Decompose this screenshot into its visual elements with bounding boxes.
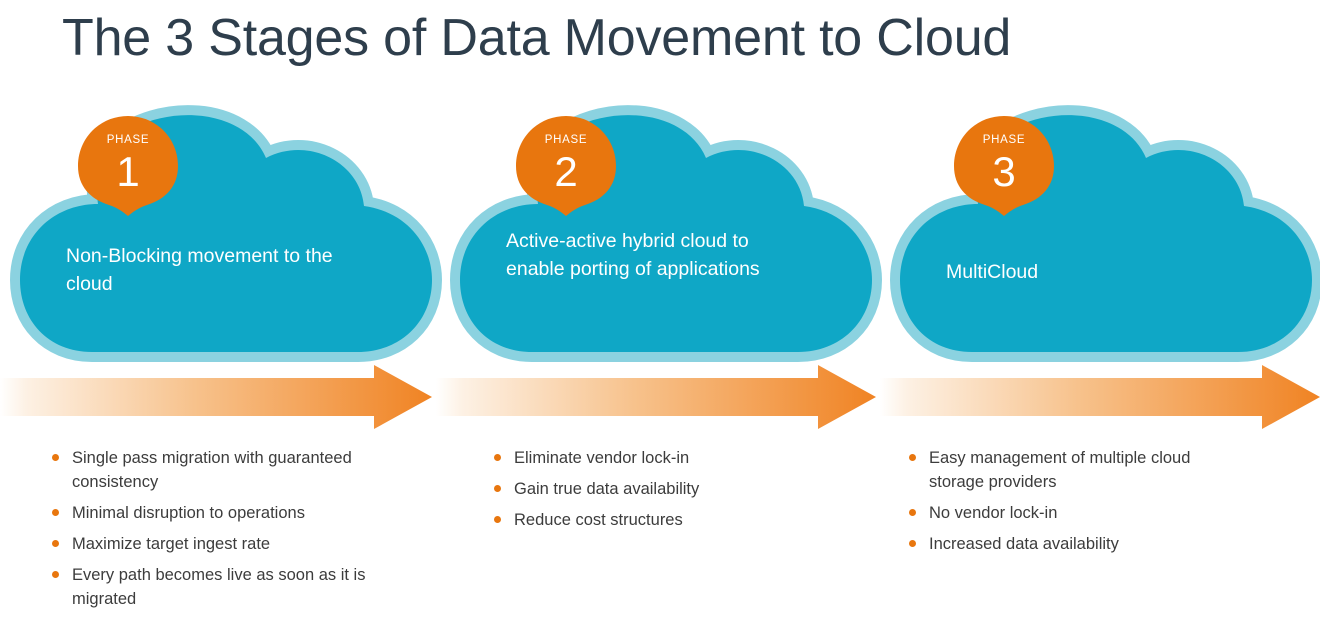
bullet-dot-icon: [52, 454, 59, 461]
bullet-text: Every path becomes live as soon as it is…: [72, 566, 366, 608]
list-item: Eliminate vendor lock-in: [490, 446, 820, 470]
cloud-label-1: Non-Blocking movement to the cloud: [66, 245, 333, 295]
cloud-row: Non-Blocking movement to the cloud Activ…: [0, 100, 1320, 375]
bullet-text: Increased data availability: [929, 535, 1119, 553]
phase-badge-2[interactable]: PHASE 2: [514, 114, 618, 218]
phase-badge-1[interactable]: PHASE 1: [76, 114, 180, 218]
bullet-column-3: Easy management of multiple cloud storag…: [905, 446, 1235, 563]
bullet-dot-icon: [909, 540, 916, 547]
phase-cloud-1[interactable]: Non-Blocking movement to the cloud: [8, 100, 448, 375]
bullet-text: Easy management of multiple cloud storag…: [929, 449, 1191, 491]
cloud-label-3: MultiCloud: [946, 261, 1039, 283]
list-item: Easy management of multiple cloud storag…: [905, 446, 1235, 494]
bullet-text: Gain true data availability: [514, 480, 700, 498]
list-item: Reduce cost structures: [490, 508, 820, 532]
badge-number-3: 3: [992, 148, 1016, 195]
bullet-text: Single pass migration with guaranteed co…: [72, 449, 352, 491]
phase-badge-3[interactable]: PHASE 3: [952, 114, 1056, 218]
bullet-dot-icon: [52, 509, 59, 516]
bullet-column-1: Single pass migration with guaranteed co…: [48, 446, 378, 618]
badge-number-1: 1: [116, 148, 140, 195]
list-item: Minimal disruption to operations: [48, 501, 378, 525]
cloud-label-2: Active-active hybrid cloud to enable por…: [506, 230, 760, 280]
badge-phase-label-3: PHASE: [982, 134, 1026, 146]
bullet-list-2: Eliminate vendor lock-in Gain true data …: [490, 446, 820, 532]
page-title: The 3 Stages of Data Movement to Cloud: [62, 9, 1012, 67]
list-item: Single pass migration with guaranteed co…: [48, 446, 378, 494]
list-item: Every path becomes live as soon as it is…: [48, 563, 378, 611]
bullet-dot-icon: [494, 485, 501, 492]
bullet-text: Minimal disruption to operations: [72, 504, 305, 522]
bullet-text: Reduce cost structures: [514, 511, 683, 529]
bullet-dot-icon: [909, 509, 916, 516]
bullet-column-2: Eliminate vendor lock-in Gain true data …: [490, 446, 820, 539]
bullet-text: Maximize target ingest rate: [72, 535, 271, 553]
bullet-text: Eliminate vendor lock-in: [514, 449, 690, 467]
list-item: Maximize target ingest rate: [48, 532, 378, 556]
benefits-row: Single pass migration with guaranteed co…: [0, 446, 1320, 638]
bullet-dot-icon: [494, 454, 501, 461]
badge-phase-label-1: PHASE: [106, 134, 150, 146]
bullet-dot-icon: [52, 540, 59, 547]
list-item: No vendor lock-in: [905, 501, 1235, 525]
bullet-dot-icon: [52, 571, 59, 578]
badge-number-2: 2: [554, 148, 578, 195]
list-item: Gain true data availability: [490, 477, 820, 501]
badge-phase-label-2: PHASE: [544, 134, 588, 146]
bullet-dot-icon: [494, 516, 501, 523]
cloud-shape-icon: [10, 105, 442, 362]
bullet-list-3: Easy management of multiple cloud storag…: [905, 446, 1235, 556]
bullet-dot-icon: [909, 454, 916, 461]
infographic-canvas: The 3 Stages of Data Movement to Cloud N…: [0, 0, 1320, 638]
bullet-text: No vendor lock-in: [929, 504, 1058, 522]
list-item: Increased data availability: [905, 532, 1235, 556]
bullet-list-1: Single pass migration with guaranteed co…: [48, 446, 378, 611]
